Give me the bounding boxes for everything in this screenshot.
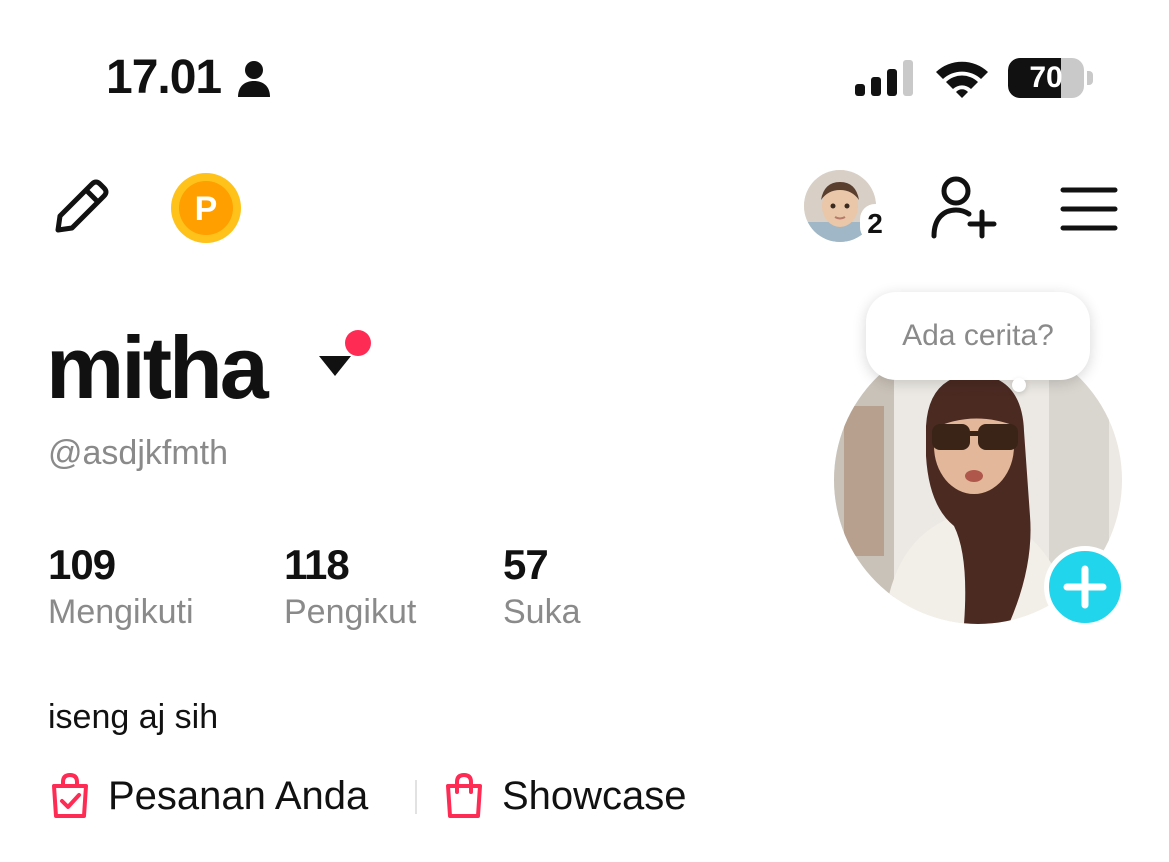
stat-likes[interactable]: 57 Suka bbox=[503, 538, 581, 632]
notification-dot bbox=[345, 330, 371, 356]
cellular-signal-icon bbox=[855, 60, 913, 96]
bubble-tail-dot bbox=[1012, 378, 1026, 392]
orders-link-label: Pesanan Anda bbox=[108, 773, 369, 818]
person-icon bbox=[238, 61, 270, 97]
stat-followers-label: Pengikut bbox=[284, 593, 417, 631]
edit-pencil-icon[interactable] bbox=[48, 176, 112, 240]
battery-indicator: 70 bbox=[1008, 58, 1093, 98]
menu-hamburger-icon[interactable] bbox=[1060, 186, 1118, 232]
stat-following-value: 109 bbox=[48, 541, 116, 588]
account-dropdown-caret-icon[interactable] bbox=[317, 352, 353, 380]
stat-likes-value: 57 bbox=[503, 541, 549, 588]
stat-following[interactable]: 109 Mengikuti bbox=[48, 538, 194, 632]
link-divider bbox=[415, 780, 417, 814]
wifi-icon bbox=[936, 61, 988, 98]
battery-tip bbox=[1087, 71, 1093, 85]
plus-icon bbox=[1063, 565, 1107, 609]
stat-likes-label: Suka bbox=[503, 593, 581, 631]
battery-level-text: 70 bbox=[1029, 61, 1063, 94]
shopping-bag-check-icon bbox=[52, 772, 88, 818]
account-switcher[interactable]: 2 bbox=[804, 170, 890, 246]
shopping-bag-icon bbox=[446, 772, 482, 818]
profile-handle: @asdjkfmth bbox=[48, 434, 229, 472]
profile-bio: iseng aj sih bbox=[48, 698, 219, 736]
story-prompt-bubble[interactable]: Ada cerita? bbox=[866, 292, 1090, 380]
status-time: 17.01 bbox=[106, 51, 222, 104]
add-story-button[interactable] bbox=[1044, 546, 1126, 628]
orders-link[interactable]: Pesanan Anda bbox=[48, 770, 368, 822]
add-friend-icon[interactable] bbox=[928, 174, 998, 240]
stat-following-label: Mengikuti bbox=[48, 593, 194, 631]
showcase-link[interactable]: Showcase bbox=[442, 770, 687, 822]
coin-icon[interactable]: P bbox=[170, 172, 242, 244]
account-count-badge: 2 bbox=[860, 204, 890, 242]
stat-followers[interactable]: 118 Pengikut bbox=[284, 538, 416, 632]
showcase-link-label: Showcase bbox=[502, 773, 687, 818]
coin-letter: P bbox=[195, 190, 218, 228]
profile-username[interactable]: mitha bbox=[46, 318, 269, 418]
stat-followers-value: 118 bbox=[284, 541, 350, 588]
